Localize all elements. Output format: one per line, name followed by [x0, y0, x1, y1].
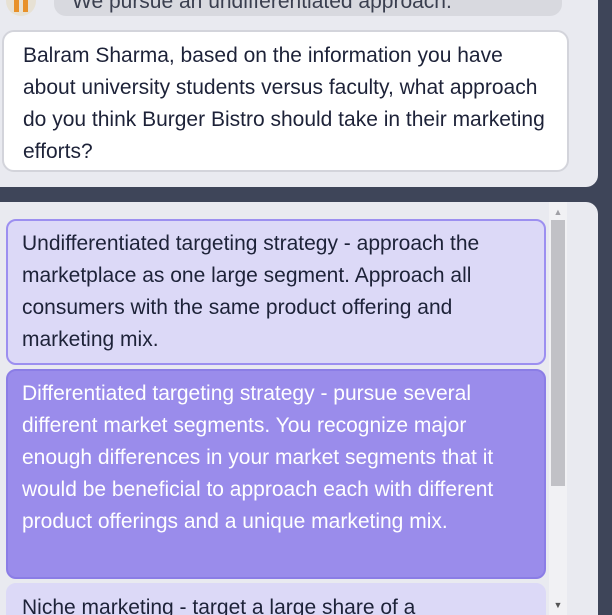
scroll-up-icon[interactable]: ▲	[549, 204, 567, 220]
answer-option-text: Differentiated targeting strategy - purs…	[22, 382, 494, 533]
answer-option-differentiated[interactable]: Differentiated targeting strategy - purs…	[6, 369, 546, 579]
options-scrollbar[interactable]: ▲ ▼	[549, 202, 567, 615]
avatar	[6, 0, 36, 16]
question-bubble: Balram Sharma, based on the information …	[2, 30, 569, 172]
previous-message-bubble: We pursue an undifferentiated approach.	[54, 0, 562, 16]
previous-message-text: We pursue an undifferentiated approach.	[72, 0, 452, 13]
scrollbar-thumb[interactable]	[551, 220, 565, 486]
chat-history-panel: We pursue an undifferentiated approach. …	[0, 0, 598, 187]
scroll-down-icon[interactable]: ▼	[549, 597, 567, 613]
answer-option-undifferentiated[interactable]: Undifferentiated targeting strategy - ap…	[6, 219, 546, 365]
question-text: Balram Sharma, based on the information …	[23, 44, 545, 163]
answer-option-text: Niche marketing - target a large share o…	[22, 596, 416, 615]
answer-option-niche[interactable]: Niche marketing - target a large share o…	[6, 583, 546, 615]
answer-option-text: Undifferentiated targeting strategy - ap…	[22, 232, 480, 351]
answer-options-panel: Undifferentiated targeting strategy - ap…	[0, 202, 598, 615]
